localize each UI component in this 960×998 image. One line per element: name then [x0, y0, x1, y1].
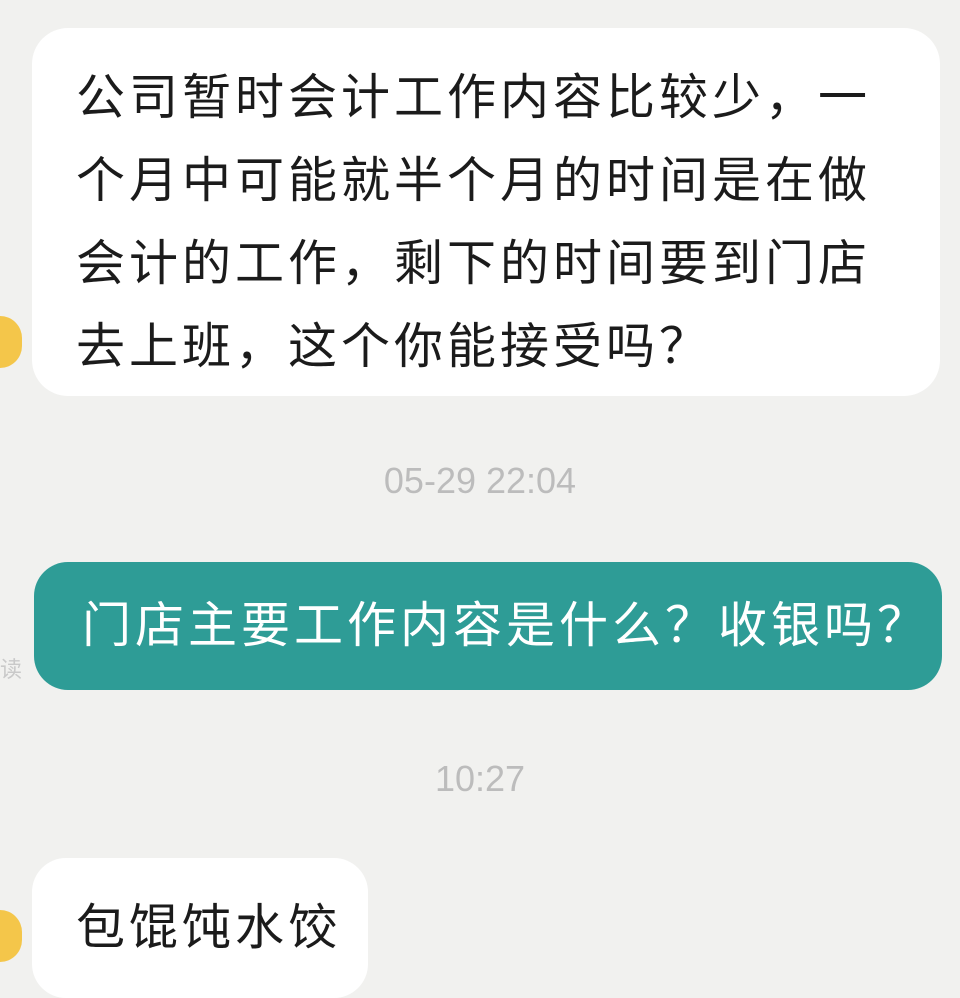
message-timestamp: 10:27: [434, 758, 526, 799]
message-text: 门店主要工作内容是什么？收银吗？: [82, 597, 931, 654]
read-status: 读: [0, 658, 23, 683]
message-timestamp: 05-29 22:04: [383, 460, 577, 501]
incoming-message-bubble[interactable]: 包馄饨水饺: [32, 858, 368, 998]
message-text: 包馄饨水饺: [76, 899, 342, 956]
message-text: 公司暂时会计工作内容比较少，一个月中可能就半个月的时间是在做会计的工作，剩下的时…: [76, 69, 872, 375]
incoming-message-bubble[interactable]: 公司暂时会计工作内容比较少，一个月中可能就半个月的时间是在做会计的工作，剩下的时…: [32, 28, 940, 396]
avatar[interactable]: [0, 316, 22, 368]
chat-conversation: 公司暂时会计工作内容比较少，一个月中可能就半个月的时间是在做会计的工作，剩下的时…: [0, 0, 960, 998]
outgoing-message-bubble[interactable]: 门店主要工作内容是什么？收银吗？: [34, 562, 942, 690]
avatar[interactable]: [0, 910, 22, 962]
